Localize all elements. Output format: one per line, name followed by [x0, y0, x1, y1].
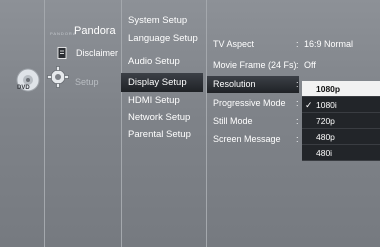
menu-system-setup[interactable]: System Setup	[128, 15, 187, 26]
option-value-movie-frame: Off	[304, 60, 316, 70]
pandora-logo: PANDORA	[50, 31, 77, 36]
gear-icon[interactable]	[47, 66, 69, 88]
resolution-option-1080p[interactable]: 1080p	[302, 81, 380, 97]
menu-language-setup[interactable]: Language Setup	[128, 33, 198, 44]
option-colon: :	[296, 116, 299, 126]
option-screen-message[interactable]: Screen Message	[213, 134, 281, 144]
option-resolution[interactable]: Resolution	[207, 76, 299, 93]
option-colon: :	[296, 134, 299, 144]
checkmark-icon: ✓	[305, 100, 313, 110]
resolution-option-480i[interactable]: 480i	[302, 145, 380, 161]
option-colon: :	[296, 60, 299, 70]
disclaimer-icon	[57, 46, 67, 59]
column-divider	[44, 0, 45, 247]
column-divider	[206, 0, 207, 247]
option-movie-frame[interactable]: Movie Frame (24 Fs)	[213, 60, 297, 70]
dvd-disc-icon[interactable]	[13, 67, 43, 97]
pandora-menu-item[interactable]: Pandora	[74, 25, 116, 37]
resolution-option-label: 480i	[316, 148, 333, 158]
menu-display-setup[interactable]: Display Setup	[121, 73, 203, 92]
menu-hdmi-setup[interactable]: HDMI Setup	[128, 95, 180, 106]
resolution-option-label: 720p	[316, 116, 335, 126]
option-colon: :	[296, 39, 299, 49]
option-value-tv-aspect: 16:9 Normal	[304, 39, 354, 49]
option-tv-aspect[interactable]: TV Aspect	[213, 39, 254, 49]
menu-network-setup[interactable]: Network Setup	[128, 112, 190, 123]
menu-audio-setup[interactable]: Audio Setup	[128, 56, 180, 67]
resolution-option-label: 480p	[316, 132, 335, 142]
resolution-dropdown: 1080p ✓ 1080i 720p 480p 480i	[302, 81, 380, 161]
menu-parental-setup[interactable]: Parental Setup	[128, 129, 191, 140]
column-divider	[121, 0, 122, 247]
resolution-option-1080i[interactable]: ✓ 1080i	[302, 97, 380, 113]
disclaimer-menu-item[interactable]: Disclaimer	[76, 48, 118, 58]
resolution-option-480p[interactable]: 480p	[302, 129, 380, 145]
option-progressive-mode[interactable]: Progressive Mode	[213, 98, 286, 108]
option-still-mode[interactable]: Still Mode	[213, 116, 253, 126]
disc-type-label: DVD	[17, 85, 30, 91]
setup-screen: DVD PANDORA Pandora Disclaimer Setup Sys…	[0, 0, 380, 247]
option-colon: :	[296, 98, 299, 108]
resolution-option-label: 1080p	[316, 84, 341, 94]
resolution-option-720p[interactable]: 720p	[302, 113, 380, 129]
option-colon: :	[296, 79, 299, 89]
setup-menu-item[interactable]: Setup	[75, 77, 99, 87]
resolution-option-label: 1080i	[316, 100, 337, 110]
